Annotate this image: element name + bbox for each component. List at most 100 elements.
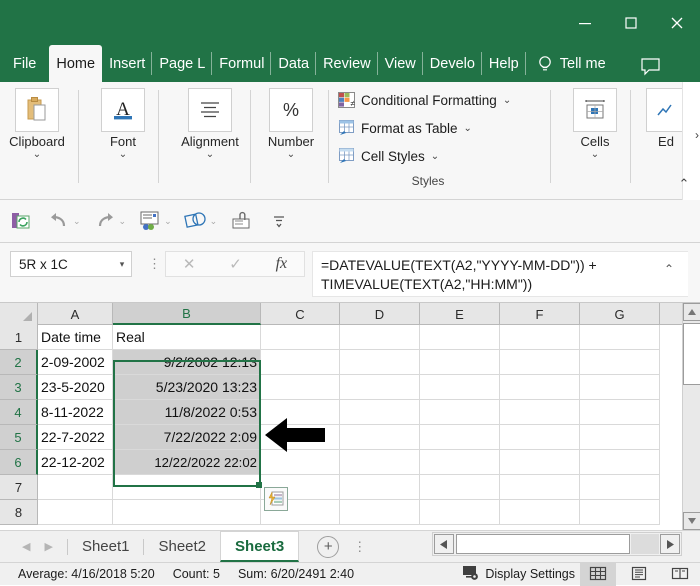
- horizontal-scrollbar[interactable]: [432, 532, 682, 556]
- cell-D2[interactable]: [340, 350, 420, 375]
- redo-chevron-icon[interactable]: ⌄: [118, 216, 132, 227]
- chevron-down-icon[interactable]: ⌄: [464, 123, 472, 134]
- column-header-G[interactable]: G: [580, 303, 660, 325]
- cell-D6[interactable]: [340, 450, 420, 475]
- row-header-1[interactable]: 1: [0, 325, 38, 350]
- cell-C1[interactable]: [261, 325, 340, 350]
- attach-icon[interactable]: [228, 206, 254, 236]
- cell-A6[interactable]: 22-12-202: [38, 450, 113, 475]
- cell-C3[interactable]: [261, 375, 340, 400]
- select-all-button[interactable]: [0, 303, 38, 325]
- auto-fill-options-icon[interactable]: [264, 487, 288, 511]
- font-group-button[interactable]: A Font ⌄: [92, 82, 154, 161]
- display-settings-label[interactable]: Display Settings: [485, 567, 575, 581]
- cell-G4[interactable]: [580, 400, 660, 425]
- fill-handle[interactable]: [256, 482, 262, 488]
- cell-F3[interactable]: [500, 375, 580, 400]
- cell-G5[interactable]: [580, 425, 660, 450]
- cell-F1[interactable]: [500, 325, 580, 350]
- font-carat[interactable]: ⌄: [92, 149, 154, 161]
- row-header-6[interactable]: 6: [0, 450, 38, 475]
- ribbon-more-arrow[interactable]: ›: [695, 128, 699, 142]
- cell-E4[interactable]: [420, 400, 500, 425]
- minimize-icon[interactable]: [562, 0, 608, 45]
- cell-C2[interactable]: [261, 350, 340, 375]
- cell-B4[interactable]: 11/8/2022 0:53: [113, 400, 261, 425]
- status-average[interactable]: Average: 4/16/2018 5:20: [0, 567, 155, 581]
- cell-B8[interactable]: [113, 500, 261, 525]
- column-header-C[interactable]: C: [261, 303, 340, 325]
- cell-A8[interactable]: [38, 500, 113, 525]
- row-header-8[interactable]: 8: [0, 500, 38, 525]
- row-header-7[interactable]: 7: [0, 475, 38, 500]
- cell-E1[interactable]: [420, 325, 500, 350]
- comment-icon[interactable]: [640, 57, 662, 82]
- cell-E3[interactable]: [420, 375, 500, 400]
- row-header-3[interactable]: 3: [0, 375, 38, 400]
- alignment-group-button[interactable]: Alignment ⌄: [172, 82, 248, 161]
- send-to-contacts-icon[interactable]: [137, 206, 163, 236]
- ribbon-tab-developer[interactable]: Develo: [423, 45, 482, 82]
- chevron-down-icon[interactable]: ⌄: [503, 95, 511, 106]
- scroll-up-icon[interactable]: [683, 303, 700, 321]
- tell-me-button[interactable]: Tell me: [526, 45, 606, 82]
- scroll-right-icon[interactable]: [660, 534, 680, 554]
- ribbon-tab-help[interactable]: Help: [482, 45, 526, 82]
- cell-F2[interactable]: [500, 350, 580, 375]
- column-header-B[interactable]: B: [113, 303, 261, 325]
- format-as-table-button[interactable]: Format as Table ⌄: [338, 120, 472, 136]
- column-header-A[interactable]: A: [38, 303, 113, 325]
- row-header-2[interactable]: 2: [0, 350, 38, 375]
- vertical-scroll-thumb[interactable]: [683, 323, 700, 385]
- cell-B7[interactable]: [113, 475, 261, 500]
- cell-A4[interactable]: 8-11-2022: [38, 400, 113, 425]
- vertical-scrollbar[interactable]: [682, 303, 700, 530]
- cell-F6[interactable]: [500, 450, 580, 475]
- cell-G2[interactable]: [580, 350, 660, 375]
- row-header-5[interactable]: 5: [0, 425, 38, 450]
- cell-G6[interactable]: [580, 450, 660, 475]
- column-header-D[interactable]: D: [340, 303, 420, 325]
- enter-formula-icon[interactable]: ✓: [229, 255, 242, 273]
- cell-B1[interactable]: Real: [113, 325, 261, 350]
- cancel-formula-icon[interactable]: ✕: [183, 255, 196, 273]
- cell-D5[interactable]: [340, 425, 420, 450]
- cell-E6[interactable]: [420, 450, 500, 475]
- cell-D1[interactable]: [340, 325, 420, 350]
- column-header-E[interactable]: E: [420, 303, 500, 325]
- cell-E5[interactable]: [420, 425, 500, 450]
- cell-D3[interactable]: [340, 375, 420, 400]
- scroll-down-icon[interactable]: [683, 512, 700, 530]
- cells-group-button[interactable]: Cells ⌄: [562, 82, 628, 161]
- add-sheet-button[interactable]: +: [317, 536, 339, 558]
- cell-G3[interactable]: [580, 375, 660, 400]
- ribbon-tab-file[interactable]: File: [0, 45, 49, 82]
- cell-A5[interactable]: 22-7-2022: [38, 425, 113, 450]
- cell-A3[interactable]: 23-5-2020: [38, 375, 113, 400]
- insert-function-icon[interactable]: fx: [276, 255, 288, 273]
- cell-E2[interactable]: [420, 350, 500, 375]
- cell-B2[interactable]: 9/2/2002 12:13: [113, 350, 261, 375]
- horizontal-scroll-thumb[interactable]: [456, 534, 630, 554]
- name-box[interactable]: 5R x 1C ▾: [10, 251, 132, 277]
- undo-icon[interactable]: [46, 206, 72, 236]
- cell-B6[interactable]: 12/22/2022 22:02: [113, 450, 261, 475]
- customize-toolbar-icon[interactable]: [266, 206, 292, 236]
- cell-G1[interactable]: [580, 325, 660, 350]
- autosave-refresh-icon[interactable]: [8, 206, 34, 236]
- ribbon-tab-data[interactable]: Data: [271, 45, 316, 82]
- ribbon-tab-view[interactable]: View: [378, 45, 423, 82]
- cell-E7[interactable]: [420, 475, 500, 500]
- shapes-icon[interactable]: [183, 206, 209, 236]
- alignment-carat[interactable]: ⌄: [172, 149, 248, 161]
- cell-A1[interactable]: Date time: [38, 325, 113, 350]
- close-icon[interactable]: [654, 0, 700, 45]
- cell-E8[interactable]: [420, 500, 500, 525]
- conditional-formatting-button[interactable]: ≠ Conditional Formatting ⌄: [338, 92, 511, 108]
- cell-F5[interactable]: [500, 425, 580, 450]
- send-chevron-icon[interactable]: ⌄: [163, 216, 177, 227]
- normal-view-button[interactable]: [580, 563, 616, 586]
- cell-F8[interactable]: [500, 500, 580, 525]
- redo-icon[interactable]: [92, 206, 118, 236]
- sheet-tab-sheet1[interactable]: Sheet1: [68, 531, 144, 562]
